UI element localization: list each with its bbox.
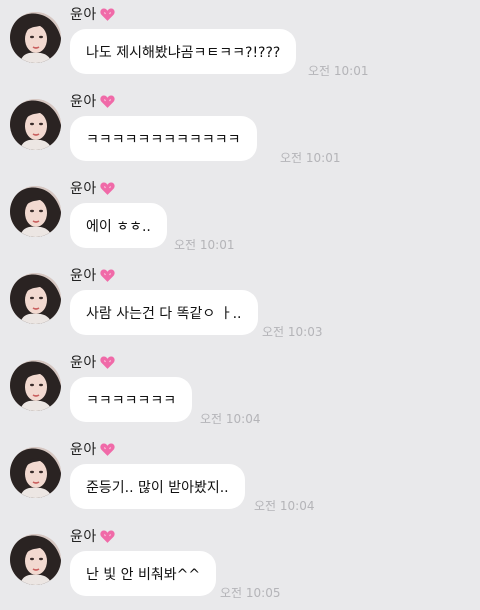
sender-name-row: 윤아 bbox=[70, 4, 116, 24]
chat-message: 윤아 난 빛 안 비춰봐^^ 오전 10:05 bbox=[0, 522, 480, 609]
sender-name: 윤아 bbox=[70, 355, 97, 371]
message-bubble[interactable]: 사람 사는건 다 똑같ㅇ ㅏ.. bbox=[70, 290, 258, 335]
sender-name-row: 윤아 bbox=[70, 352, 116, 372]
sender-name-row: 윤아 bbox=[70, 526, 116, 546]
message-text: 준등기.. 많이 받아봤지.. bbox=[86, 479, 229, 496]
message-timestamp: 오전 10:04 bbox=[254, 499, 315, 513]
message-text: 난 빛 안 비춰봐^^ bbox=[86, 566, 201, 583]
profile-photo bbox=[10, 360, 61, 411]
heart-icon bbox=[100, 443, 115, 456]
sender-name-row: 윤아 bbox=[70, 178, 116, 198]
chat-message: 윤아 나도 제시해봤냐곰ㅋㅌㅋㅋ?!??? 오전 10:01 bbox=[0, 0, 480, 87]
message-timestamp: 오전 10:01 bbox=[308, 64, 369, 78]
heart-icon bbox=[100, 269, 115, 282]
sender-name: 윤아 bbox=[70, 529, 97, 545]
sender-name-row: 윤아 bbox=[70, 91, 116, 111]
message-text: 사람 사는건 다 똑같ㅇ ㅏ.. bbox=[86, 305, 242, 322]
message-bubble[interactable]: ㅋㅋㅋㅋㅋㅋㅋ bbox=[70, 377, 193, 422]
chat-message-list: 윤아 나도 제시해봤냐곰ㅋㅌㅋㅋ?!??? 오전 10:01 윤아 ㅋㅋㅋㅋㅋㅋ… bbox=[0, 0, 480, 610]
message-bubble[interactable]: 난 빛 안 비춰봐^^ bbox=[70, 551, 217, 596]
heart-icon bbox=[100, 530, 115, 543]
profile-photo bbox=[10, 273, 61, 324]
sender-name: 윤아 bbox=[70, 7, 97, 23]
message-bubble[interactable]: 에이 ㅎㅎ.. bbox=[70, 203, 167, 248]
sender-name-row: 윤아 bbox=[70, 265, 116, 285]
avatar[interactable] bbox=[10, 186, 61, 237]
message-timestamp: 오전 10:05 bbox=[220, 586, 281, 600]
sender-name: 윤아 bbox=[70, 268, 97, 284]
profile-photo bbox=[10, 12, 61, 63]
sender-name: 윤아 bbox=[70, 94, 97, 110]
avatar[interactable] bbox=[10, 12, 61, 63]
avatar[interactable] bbox=[10, 534, 61, 585]
chat-message: 윤아 사람 사는건 다 똑같ㅇ ㅏ.. 오전 10:03 bbox=[0, 261, 480, 348]
avatar[interactable] bbox=[10, 360, 61, 411]
message-text: ㅋㅋㅋㅋㅋㅋㅋ bbox=[86, 392, 177, 409]
message-timestamp: 오전 10:03 bbox=[262, 325, 323, 339]
chat-message: 윤아 ㅋㅋㅋㅋㅋㅋㅋ 오전 10:04 bbox=[0, 348, 480, 435]
avatar[interactable] bbox=[10, 99, 61, 150]
message-timestamp: 오전 10:01 bbox=[280, 151, 341, 165]
message-text: ㅋㅋㅋㅋㅋㅋㅋㅋㅋㅋㅋㅋ bbox=[86, 131, 241, 148]
message-bubble[interactable]: ㅋㅋㅋㅋㅋㅋㅋㅋㅋㅋㅋㅋ bbox=[70, 116, 257, 161]
chat-message: 윤아 ㅋㅋㅋㅋㅋㅋㅋㅋㅋㅋㅋㅋ 오전 10:01 bbox=[0, 87, 480, 174]
heart-icon bbox=[100, 8, 115, 21]
heart-icon bbox=[100, 95, 115, 108]
sender-name-row: 윤아 bbox=[70, 439, 116, 459]
profile-photo bbox=[10, 186, 61, 237]
heart-icon bbox=[100, 182, 115, 195]
profile-photo bbox=[10, 447, 61, 498]
profile-photo bbox=[10, 99, 61, 150]
message-timestamp: 오전 10:04 bbox=[200, 412, 261, 426]
chat-message: 윤아 에이 ㅎㅎ.. 오전 10:01 bbox=[0, 174, 480, 261]
avatar[interactable] bbox=[10, 273, 61, 324]
message-text: 나도 제시해봤냐곰ㅋㅌㅋㅋ?!??? bbox=[86, 44, 281, 61]
profile-photo bbox=[10, 534, 61, 585]
avatar[interactable] bbox=[10, 447, 61, 498]
message-text: 에이 ㅎㅎ.. bbox=[86, 218, 151, 235]
sender-name: 윤아 bbox=[70, 442, 97, 458]
message-timestamp: 오전 10:01 bbox=[174, 238, 235, 252]
message-bubble[interactable]: 준등기.. 많이 받아봤지.. bbox=[70, 464, 245, 509]
message-bubble[interactable]: 나도 제시해봤냐곰ㅋㅌㅋㅋ?!??? bbox=[70, 29, 297, 74]
chat-message: 윤아 준등기.. 많이 받아봤지.. 오전 10:04 bbox=[0, 435, 480, 522]
heart-icon bbox=[100, 356, 115, 369]
sender-name: 윤아 bbox=[70, 181, 97, 197]
